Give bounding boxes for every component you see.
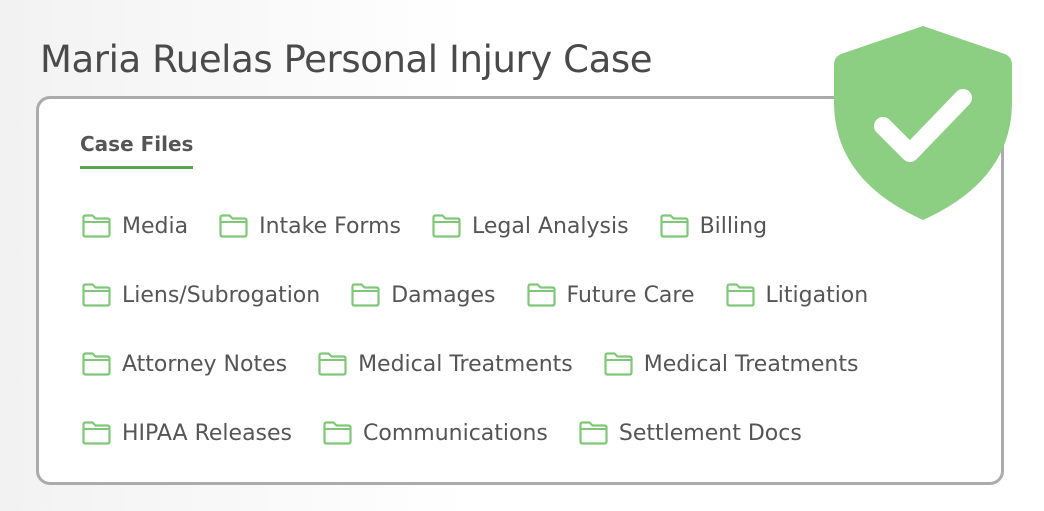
folder-liens-subrogation[interactable]: Liens/Subrogation — [81, 282, 320, 308]
folder-icon — [81, 351, 112, 377]
folder-settlement-docs[interactable]: Settlement Docs — [578, 420, 802, 446]
folder-label: Billing — [699, 213, 768, 239]
folder-label: Liens/Subrogation — [122, 282, 321, 308]
folder-billing[interactable]: Billing — [659, 213, 767, 239]
folder-icon — [322, 420, 353, 446]
folder-communications[interactable]: Communications — [322, 420, 548, 446]
folder-icon — [350, 282, 381, 308]
folder-label: Attorney Notes — [122, 351, 288, 377]
folder-icon — [218, 213, 249, 239]
folder-row-2: Liens/Subrogation Damages Future Care Li… — [81, 280, 898, 310]
folder-hipaa-releases[interactable]: HIPAA Releases — [81, 420, 292, 446]
folder-medical-treatments-2[interactable]: Medical Treatments — [603, 351, 859, 377]
folder-legal-analysis[interactable]: Legal Analysis — [431, 213, 629, 239]
folder-future-care[interactable]: Future Care — [526, 282, 695, 308]
folder-label: Settlement Docs — [618, 420, 802, 446]
folder-damages[interactable]: Damages — [350, 282, 496, 308]
folder-icon — [81, 282, 112, 308]
folder-label: Media — [122, 213, 189, 239]
folder-attorney-notes[interactable]: Attorney Notes — [81, 351, 287, 377]
folder-icon — [81, 420, 112, 446]
folder-intake-forms[interactable]: Intake Forms — [218, 213, 401, 239]
folder-row-4: HIPAA Releases Communications Settlement… — [81, 418, 832, 448]
folder-label: Litigation — [765, 282, 869, 308]
folder-icon — [603, 351, 634, 377]
folder-row-3: Attorney Notes Medical Treatments Medica… — [81, 349, 888, 379]
tab-case-files[interactable]: Case Files — [80, 132, 194, 169]
folder-label: Communications — [363, 420, 548, 446]
folder-row-1: Media Intake Forms Legal Analysis Billin… — [81, 211, 797, 241]
page-title: Maria Ruelas Personal Injury Case — [40, 38, 653, 81]
folder-label: Medical Treatments — [643, 351, 859, 377]
folder-icon — [431, 213, 462, 239]
shield-check-icon — [829, 22, 1017, 222]
folder-icon — [526, 282, 557, 308]
folder-label: Legal Analysis — [471, 213, 629, 239]
folder-label: Future Care — [566, 282, 695, 308]
folder-label: HIPAA Releases — [122, 420, 293, 446]
folder-icon — [725, 282, 756, 308]
folder-label: Damages — [391, 282, 496, 308]
folder-litigation[interactable]: Litigation — [725, 282, 869, 308]
folder-icon — [81, 213, 112, 239]
folder-icon — [659, 213, 690, 239]
folder-icon — [317, 351, 348, 377]
folder-label: Intake Forms — [259, 213, 401, 239]
folder-media[interactable]: Media — [81, 213, 188, 239]
folder-medical-treatments[interactable]: Medical Treatments — [317, 351, 573, 377]
folder-icon — [578, 420, 609, 446]
folder-label: Medical Treatments — [358, 351, 573, 377]
